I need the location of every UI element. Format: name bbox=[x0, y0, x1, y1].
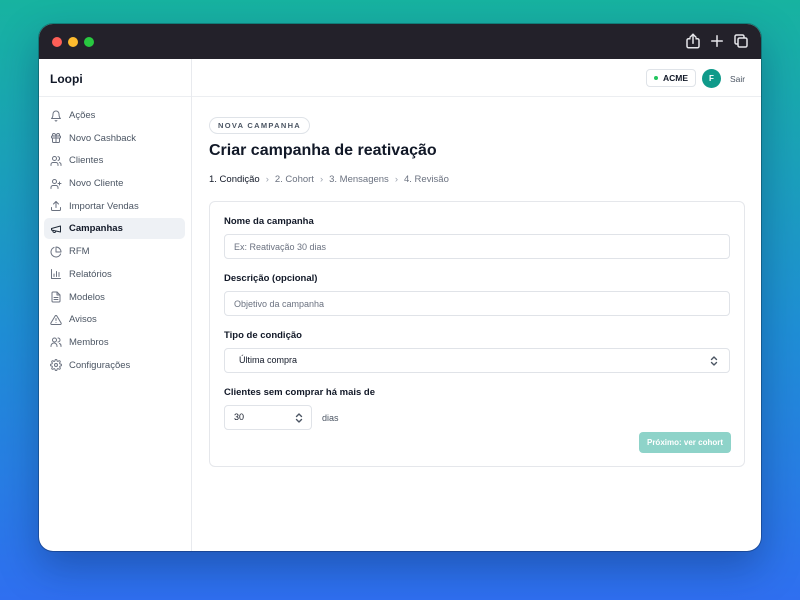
share-icon[interactable] bbox=[684, 32, 702, 50]
pie-chart-icon bbox=[50, 246, 62, 258]
close-window-button[interactable] bbox=[52, 37, 62, 47]
sidebar-item-configuracoes[interactable]: Configurações bbox=[44, 355, 185, 376]
sidebar-item-label: Configurações bbox=[69, 359, 131, 371]
sidebar-item-label: Clientes bbox=[69, 155, 104, 167]
sidebar-item-avisos[interactable]: Avisos bbox=[44, 309, 185, 330]
sidebar-item-label: RFM bbox=[69, 246, 90, 258]
section-pill: NOVA CAMPANHA bbox=[209, 117, 311, 134]
user-plus-icon bbox=[50, 178, 62, 190]
main-area: ACME F Sair NOVA CAMPANHA Criar campanha… bbox=[192, 59, 761, 551]
maximize-window-button[interactable] bbox=[84, 37, 94, 47]
alert-triangle-icon bbox=[50, 314, 62, 326]
sidebar-item-clientes[interactable]: Clientes bbox=[44, 150, 185, 171]
description-label: Descrição (opcional) bbox=[224, 273, 318, 284]
upload-icon bbox=[50, 200, 62, 212]
sidebar: Loopi Ações Novo Cashback Clientes Novo … bbox=[39, 59, 192, 551]
bar-chart-icon bbox=[50, 268, 62, 280]
sidebar-item-label: Novo Cliente bbox=[69, 178, 124, 190]
avatar[interactable]: F bbox=[702, 69, 721, 88]
sidebar-item-label: Campanhas bbox=[69, 223, 123, 235]
members-icon bbox=[50, 336, 62, 348]
days-value: 30 bbox=[234, 412, 245, 422]
sidebar-item-label: Avisos bbox=[69, 314, 97, 326]
organization-switcher[interactable]: ACME bbox=[646, 69, 697, 87]
new-tab-icon[interactable] bbox=[708, 32, 726, 50]
campaign-name-label: Nome da campanha bbox=[224, 216, 314, 227]
sidebar-item-membros[interactable]: Membros bbox=[44, 332, 185, 353]
bell-icon bbox=[50, 110, 62, 122]
sidebar-item-novo-cashback[interactable]: Novo Cashback bbox=[44, 128, 185, 149]
page-content: NOVA CAMPANHA Criar campanha de reativaç… bbox=[209, 115, 745, 467]
sidebar-item-rfm[interactable]: RFM bbox=[44, 241, 185, 262]
days-stepper[interactable]: 30 bbox=[224, 405, 312, 430]
wizard-steps: 1. Condição › 2. Cohort › 3. Mensagens ›… bbox=[209, 174, 745, 185]
sidebar-item-relatorios[interactable]: Relatórios bbox=[44, 264, 185, 285]
description-input[interactable] bbox=[224, 291, 730, 316]
chevron-up-down-icon bbox=[709, 355, 719, 367]
days-unit: dias bbox=[322, 412, 339, 423]
sidebar-item-label: Relatórios bbox=[69, 268, 112, 280]
users-icon bbox=[50, 155, 62, 167]
megaphone-icon bbox=[50, 223, 62, 235]
sidebar-item-label: Membros bbox=[69, 336, 109, 348]
sidebar-item-label: Importar Vendas bbox=[69, 200, 139, 212]
sidebar-item-label: Modelos bbox=[69, 291, 105, 303]
gear-icon bbox=[50, 359, 62, 372]
sidebar-item-modelos[interactable]: Modelos bbox=[44, 287, 185, 308]
next-cohort-button[interactable]: Próximo: ver cohort bbox=[638, 432, 731, 453]
days-without-purchase-label: Clientes sem comprar há mais de bbox=[224, 387, 376, 398]
step-separator: › bbox=[265, 174, 269, 185]
title-bar bbox=[39, 24, 761, 59]
sidebar-item-label: Ações bbox=[69, 110, 96, 121]
sidebar-item-campanhas[interactable]: Campanhas bbox=[44, 218, 185, 240]
step-separator: › bbox=[394, 174, 398, 185]
logout-link[interactable]: Sair bbox=[730, 74, 745, 84]
page-title: Criar campanha de reativação bbox=[209, 142, 437, 159]
condition-type-value: Última compra bbox=[239, 355, 298, 365]
gift-icon bbox=[50, 132, 62, 144]
step-revisao[interactable]: 4. Revisão bbox=[404, 174, 449, 185]
condition-type-label: Tipo de condição bbox=[224, 330, 302, 341]
step-separator: › bbox=[319, 174, 324, 185]
sidebar-nav: Ações Novo Cashback Clientes Novo Client… bbox=[39, 97, 191, 376]
step-condicao[interactable]: 1. Condição bbox=[209, 174, 260, 185]
step-mensagens[interactable]: 3. Mensagens bbox=[329, 174, 389, 185]
top-bar: ACME F Sair bbox=[192, 59, 761, 97]
file-text-icon bbox=[50, 291, 62, 303]
org-status-dot bbox=[654, 76, 658, 80]
sidebar-item-novo-cliente[interactable]: Novo Cliente bbox=[44, 173, 185, 194]
step-cohort[interactable]: 2. Cohort bbox=[275, 174, 314, 185]
condition-type-select[interactable]: Última compra bbox=[224, 348, 730, 373]
sidebar-item-acoes[interactable]: Ações bbox=[44, 105, 185, 126]
chevron-up-down-icon[interactable] bbox=[294, 412, 304, 424]
tabs-overview-icon[interactable] bbox=[732, 32, 750, 50]
campaign-form-card: Nome da campanha Descrição (opcional) Ti… bbox=[209, 201, 745, 467]
sidebar-item-importar-vendas[interactable]: Importar Vendas bbox=[44, 196, 185, 217]
minimize-window-button[interactable] bbox=[68, 37, 78, 47]
campaign-name-input[interactable] bbox=[224, 234, 730, 259]
sidebar-item-label: Novo Cashback bbox=[69, 132, 137, 144]
brand-name: Loopi bbox=[39, 59, 191, 97]
org-name: ACME bbox=[663, 73, 689, 83]
app-window: Loopi Ações Novo Cashback Clientes Novo … bbox=[39, 24, 761, 551]
